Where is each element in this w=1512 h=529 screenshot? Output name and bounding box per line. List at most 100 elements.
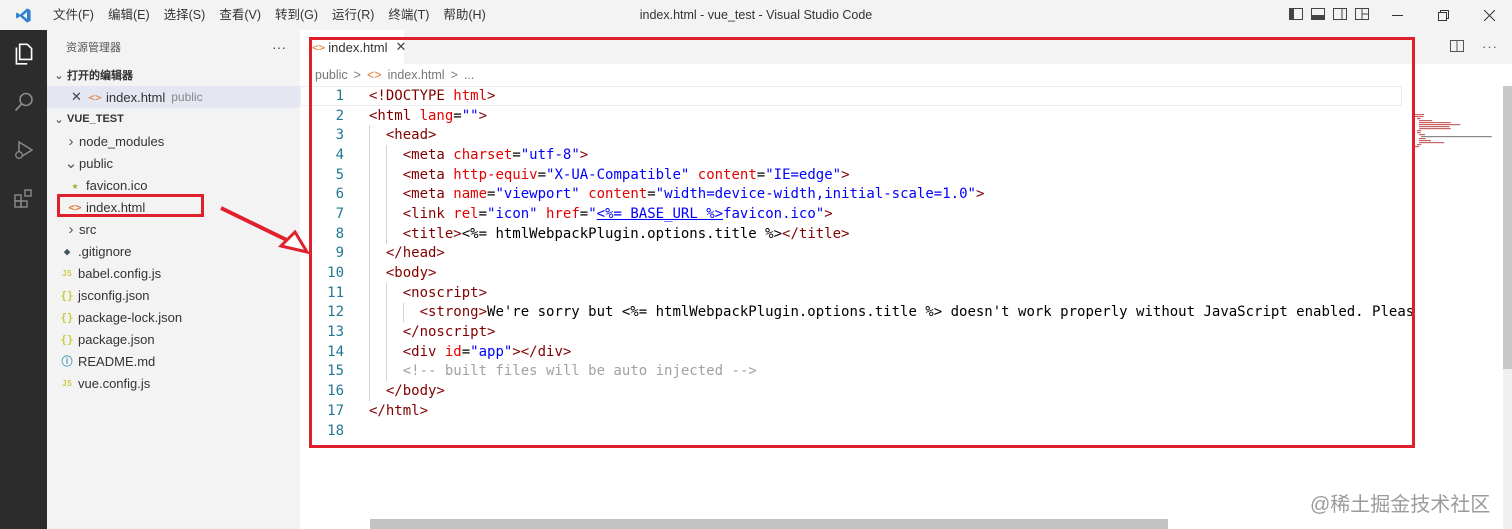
menu-item-0[interactable]: 文件(F) bbox=[46, 0, 101, 30]
minimap-line bbox=[1419, 140, 1431, 142]
tree-item-label: .gitignore bbox=[78, 243, 132, 259]
explorer-icon[interactable] bbox=[0, 30, 47, 78]
close-editor-icon[interactable]: ✕ bbox=[71, 89, 87, 105]
toggle-primary-sidebar-icon[interactable] bbox=[1288, 6, 1304, 22]
tree-item-package-lock-json[interactable]: {} package-lock.json bbox=[47, 306, 300, 328]
extensions-icon[interactable] bbox=[0, 174, 47, 222]
chevron-down-icon: ⌄ bbox=[64, 155, 78, 172]
title-bar: 文件(F) 编辑(E) 选择(S) 查看(V) 转到(G) 运行(R) 终端(T) 帮助(H)… bbox=[0, 0, 1512, 30]
tree-item-label: favicon.ico bbox=[86, 177, 148, 193]
open-editor-name: index.html bbox=[106, 89, 166, 105]
vertical-scrollbar[interactable] bbox=[1503, 86, 1512, 529]
sidebar-header: 资源管理器 ··· bbox=[47, 30, 300, 64]
minimap-line bbox=[1417, 118, 1421, 120]
tree-item-label: node_modules bbox=[79, 133, 165, 149]
restore-button[interactable] bbox=[1420, 0, 1466, 30]
tree-item-jsconfig-json[interactable]: {} jsconfig.json bbox=[47, 284, 300, 306]
file-type-icon: JS bbox=[62, 268, 72, 278]
minimap-line bbox=[1415, 146, 1420, 148]
close-window-button[interactable] bbox=[1466, 0, 1512, 30]
minimap-line bbox=[1419, 138, 1426, 140]
close-icon bbox=[1483, 9, 1495, 21]
minimap-line bbox=[1419, 128, 1451, 130]
customize-layout-icon[interactable] bbox=[1354, 6, 1370, 22]
file-type-icon: ◆ bbox=[63, 244, 71, 258]
menu-item-3[interactable]: 查看(V) bbox=[212, 0, 268, 30]
menu-item-1[interactable]: 编辑(E) bbox=[101, 0, 157, 30]
menu-bar: 文件(F) 编辑(E) 选择(S) 查看(V) 转到(G) 运行(R) 终端(T) 帮助(H) bbox=[46, 0, 493, 30]
tree-item-babel-config-js[interactable]: JS babel.config.js bbox=[47, 262, 300, 284]
menu-item-5[interactable]: 运行(R) bbox=[325, 0, 381, 30]
open-editors-label: 打开的编辑器 bbox=[67, 70, 133, 82]
minimap-line bbox=[1419, 142, 1445, 144]
menu-item-6[interactable]: 终端(T) bbox=[381, 0, 436, 30]
vertical-scrollbar-thumb[interactable] bbox=[1503, 86, 1512, 369]
chevron-right-icon: › bbox=[68, 220, 74, 238]
minimap-line bbox=[1415, 116, 1424, 118]
tree-item-favicon-ico[interactable]: ★ favicon.ico bbox=[47, 174, 300, 196]
minimap-line bbox=[1419, 126, 1450, 128]
file-type-icon: {} bbox=[60, 288, 74, 302]
open-editor-item[interactable]: ✕ <> index.html public bbox=[47, 86, 300, 108]
tree-item-label: README.md bbox=[78, 353, 156, 369]
watermark: @稀土掘金技术社区 bbox=[1310, 494, 1491, 516]
minimap-line bbox=[1417, 144, 1422, 146]
menu-item-2[interactable]: 选择(S) bbox=[157, 0, 213, 30]
minimap-line bbox=[1421, 136, 1492, 138]
minimap-line bbox=[1415, 114, 1424, 116]
open-editors-section[interactable]: ⌄ 打开的编辑器 bbox=[47, 64, 300, 86]
chevron-down-icon: ⌄ bbox=[54, 69, 64, 82]
explorer-sidebar: 资源管理器 ··· ⌄ 打开的编辑器 ✕ <> index.html publi… bbox=[47, 30, 300, 529]
run-debug-icon[interactable] bbox=[0, 126, 47, 174]
open-editor-folder: public bbox=[171, 90, 203, 104]
tree-item-readme-md[interactable]: ⓘ README.md bbox=[47, 350, 300, 372]
tree-item-label: jsconfig.json bbox=[78, 287, 150, 303]
project-section[interactable]: ⌄ VUE_TEST bbox=[47, 108, 300, 130]
toggle-panel-icon[interactable] bbox=[1310, 6, 1326, 22]
html-file-icon: <> bbox=[88, 90, 102, 104]
file-type-icon: {} bbox=[60, 310, 74, 324]
file-tree: › node_modules ⌄ public ★ favicon.ico <> index.… bbox=[47, 130, 300, 394]
layout-controls bbox=[1288, 6, 1370, 22]
minimap[interactable] bbox=[1403, 86, 1503, 529]
tree-item-label: babel.config.js bbox=[78, 265, 162, 281]
minimap-line bbox=[1419, 122, 1451, 124]
more-actions-icon[interactable]: ··· bbox=[1482, 39, 1498, 54]
chevron-right-icon: › bbox=[68, 132, 74, 150]
split-editor-icon[interactable] bbox=[1450, 39, 1464, 53]
annotation-arrow bbox=[220, 206, 311, 255]
search-icon[interactable] bbox=[0, 78, 47, 126]
more-actions-icon[interactable]: ··· bbox=[272, 39, 286, 55]
vscode-logo-icon bbox=[0, 0, 46, 30]
menu-item-4[interactable]: 转到(G) bbox=[268, 0, 325, 30]
highlight-box-editor bbox=[309, 37, 1415, 448]
tree-item-node-modules[interactable]: › node_modules bbox=[47, 130, 300, 152]
project-label: VUE_TEST bbox=[67, 113, 124, 125]
minimize-icon bbox=[1391, 14, 1403, 16]
chevron-down-icon: ⌄ bbox=[54, 113, 64, 126]
minimap-line bbox=[1419, 134, 1425, 136]
minimap-line bbox=[1419, 124, 1461, 126]
editor-actions: ··· bbox=[1450, 39, 1498, 54]
minimap-line bbox=[1417, 132, 1421, 134]
minimap-line bbox=[1419, 120, 1433, 122]
file-type-icon: JS bbox=[62, 378, 72, 388]
sidebar-title: 资源管理器 bbox=[66, 42, 121, 54]
tree-item-label: package.json bbox=[78, 331, 155, 347]
horizontal-scrollbar-thumb[interactable] bbox=[370, 519, 1168, 529]
tree-item-vue-config-js[interactable]: JS vue.config.js bbox=[47, 372, 300, 394]
activity-bar bbox=[0, 30, 47, 529]
tree-item-label: public bbox=[79, 155, 113, 171]
minimize-button[interactable] bbox=[1374, 0, 1420, 30]
restore-icon bbox=[1437, 9, 1449, 21]
file-type-icon: ★ bbox=[71, 178, 79, 192]
minimap-line bbox=[1417, 130, 1422, 132]
file-type-icon: {} bbox=[60, 332, 74, 346]
toggle-secondary-sidebar-icon[interactable] bbox=[1332, 6, 1348, 22]
menu-item-7[interactable]: 帮助(H) bbox=[436, 0, 492, 30]
tree-item-label: package-lock.json bbox=[78, 309, 183, 325]
tree-item-package-json[interactable]: {} package.json bbox=[47, 328, 300, 350]
tree-item-public[interactable]: ⌄ public bbox=[47, 152, 300, 174]
tree-item-label: vue.config.js bbox=[78, 375, 151, 391]
window-controls bbox=[1374, 0, 1512, 30]
